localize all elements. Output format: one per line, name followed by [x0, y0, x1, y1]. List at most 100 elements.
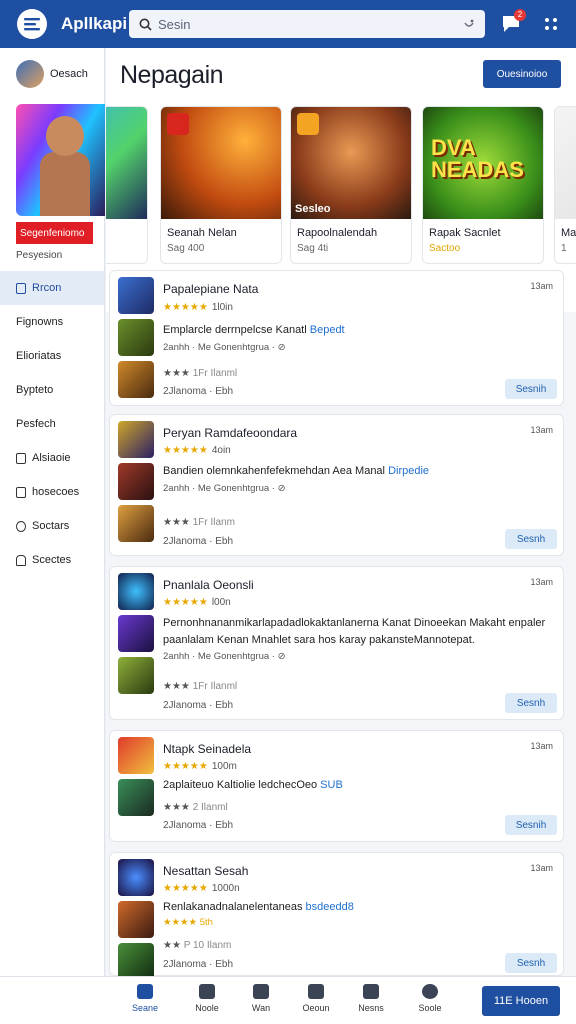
game-icon: [118, 319, 154, 356]
nav-item-noole[interactable]: Noole: [187, 984, 227, 1013]
notification-button[interactable]: 2: [500, 9, 526, 34]
hero-figure-head: [46, 116, 84, 156]
gear-icon: [16, 520, 26, 532]
game-icon: [118, 421, 154, 458]
document-icon: [16, 486, 26, 498]
list-item[interactable]: Nesattan Sesah 13am ★★★★★ 1000n Renlakana…: [109, 852, 564, 976]
game-badge-icon: [167, 113, 189, 135]
carousel-card[interactable]: Seanah Nelan Sag 400: [160, 106, 282, 264]
card-title: Seanah Nelan: [167, 227, 237, 239]
sidebar-item-scectes[interactable]: Scectes: [0, 543, 104, 577]
secondary-rating: ★★★ 1Fr Ilanml: [163, 368, 238, 379]
sidebar-item-bypteto[interactable]: Bypteto: [0, 373, 104, 407]
item-title: Peryan Ramdafeoondara: [163, 426, 298, 440]
game-icons: [118, 859, 154, 976]
item-title: Papalepiane Nata: [163, 282, 259, 296]
more-menu-button[interactable]: [541, 14, 561, 34]
sidebar-item-elioriatas[interactable]: Elioriatas: [0, 339, 104, 373]
square-icon: [16, 282, 26, 294]
nav-item-soole[interactable]: Soole: [410, 984, 450, 1013]
voice-icon[interactable]: [463, 18, 475, 30]
sidebar-item-rrcon[interactable]: Rrcon: [0, 271, 104, 305]
item-link[interactable]: Bepedt: [310, 324, 345, 336]
carousel-card-partial[interactable]: [106, 106, 148, 264]
menu-button[interactable]: [17, 9, 47, 39]
list-item[interactable]: Pnanlala Oeonsli 13am ★★★★★ l00n Pernonhn…: [109, 566, 564, 720]
nav-label: Noole: [195, 1003, 219, 1013]
item-time: 13am: [530, 425, 553, 435]
promo-button[interactable]: Segenfeniomo: [16, 222, 93, 244]
secondary-rating: ★★★ 1Fr Ilanml: [163, 681, 238, 692]
search-input[interactable]: [158, 16, 463, 32]
bottom-cta-button[interactable]: 11E Hooen: [482, 986, 560, 1016]
hamburger-icon: [24, 18, 40, 31]
item-meta: 2anhh · Me Gonenhtgrua · ⊘: [163, 651, 286, 662]
top-bar: Apllkapi 2: [0, 0, 576, 48]
search-bar[interactable]: [129, 10, 485, 38]
card-sub: Sag 400: [167, 243, 205, 254]
bottom-navigation: Seane Noole Wan Oeoun Nesns Soole 11E Ho…: [0, 976, 576, 1024]
sidebar-item-label: hosecoes: [32, 486, 80, 498]
sidebar-item-soctars[interactable]: Soctars: [0, 509, 104, 543]
sidebar-item-label: Fignowns: [16, 316, 64, 328]
item-footer: 2Jlanoma · Ebh: [163, 820, 234, 831]
thumbnail-label: Sesleo: [295, 203, 331, 215]
app-title: Apllkapi: [61, 14, 128, 33]
grid-dots-icon: [545, 18, 557, 30]
game-icons: [118, 277, 154, 403]
page-header: Nepagain Ouesinoioo: [106, 48, 576, 102]
avatar: [16, 60, 44, 88]
secondary-rating: ★★★ 2 Ilanml: [163, 802, 228, 813]
nav-item-seane[interactable]: Seane: [125, 984, 165, 1013]
star-rating: ★★★★★ 1000n: [163, 883, 240, 894]
main-content: Nepagain Ouesinoioo Seanah Nelan Sag 400…: [106, 48, 576, 976]
item-action-button[interactable]: Sesnih: [505, 815, 557, 835]
item-meta: 2anhh · Me Gonenhtgrua · ⊘: [163, 342, 286, 353]
sidebar-item-fignowns[interactable]: Fignowns: [0, 305, 104, 339]
home-icon: [137, 984, 153, 999]
featured-game-image[interactable]: [16, 104, 105, 216]
nav-label: Oeoun: [302, 1003, 330, 1013]
search-icon: [139, 18, 152, 31]
nav-item-wan[interactable]: Wan: [241, 984, 281, 1013]
card-sub: Sag 4ti: [297, 243, 329, 254]
carousel-card-partial[interactable]: Ma 1: [554, 106, 576, 264]
list-item[interactable]: Peryan Ramdafeoondara 13am ★★★★★ 4oin Ban…: [109, 414, 564, 556]
list-item[interactable]: Ntapk Seinadela 13am ★★★★★ 100m 2aplaiteu…: [109, 730, 564, 842]
item-link[interactable]: Dirpedie: [388, 465, 429, 477]
nav-label: Wan: [251, 1003, 271, 1013]
sidebar-item-hosecoes[interactable]: hosecoes: [0, 475, 104, 509]
item-link[interactable]: bsdeedd8: [306, 901, 354, 913]
carousel-card[interactable]: Sesleo Rapoolnalendah Sag 4ti: [290, 106, 412, 264]
game-icon: [118, 361, 154, 398]
item-time: 13am: [530, 863, 553, 873]
game-thumbnail: [106, 107, 147, 219]
folder-icon: [199, 984, 215, 999]
sidebar-item-alsiaoie[interactable]: Alsiaoie: [0, 441, 104, 475]
game-icon: [118, 463, 154, 500]
map-icon: [308, 984, 324, 999]
game-thumbnail: [555, 107, 576, 219]
notification-badge: 2: [514, 9, 526, 21]
item-action-button[interactable]: Sesnh: [505, 693, 557, 713]
home-icon: [16, 554, 26, 566]
item-link[interactable]: SUB: [320, 779, 343, 791]
item-description: 2aplaiteuo Kaltiolie ledchecOeo SUB: [163, 779, 343, 791]
header-action-button[interactable]: Ouesinoioo: [483, 60, 561, 88]
nav-item-oeoun[interactable]: Oeoun: [296, 984, 336, 1013]
item-action-button[interactable]: Sesnh: [505, 529, 557, 549]
sidebar-item-pesfech[interactable]: Pesfech: [0, 407, 104, 441]
star-rating: ★★★★★ l00n: [163, 597, 231, 608]
item-action-button[interactable]: Sesnih: [505, 379, 557, 399]
item-description: Renlakanadnalanelentaneas bsdeedd8: [163, 901, 354, 913]
game-icon: [118, 573, 154, 610]
carousel-card[interactable]: DVA NEADAS Rapak Sacnlet Sactoo: [422, 106, 544, 264]
list-item[interactable]: Papalepiane Nata 13am ★★★★★ 1l0in Emplarc…: [109, 270, 564, 406]
sidebar: Oesach Segenfeniomo Pesyesion Rrcon Fign…: [0, 48, 105, 976]
nav-item-nesns[interactable]: Nesns: [351, 984, 391, 1013]
user-profile[interactable]: Oesach: [0, 48, 104, 100]
item-description: Pernonhnananmikarlapadadlokaktanlanerna …: [163, 617, 546, 646]
game-icon: [118, 901, 154, 938]
item-title: Ntapk Seinadela: [163, 742, 252, 756]
item-action-button[interactable]: Sesnh: [505, 953, 557, 973]
